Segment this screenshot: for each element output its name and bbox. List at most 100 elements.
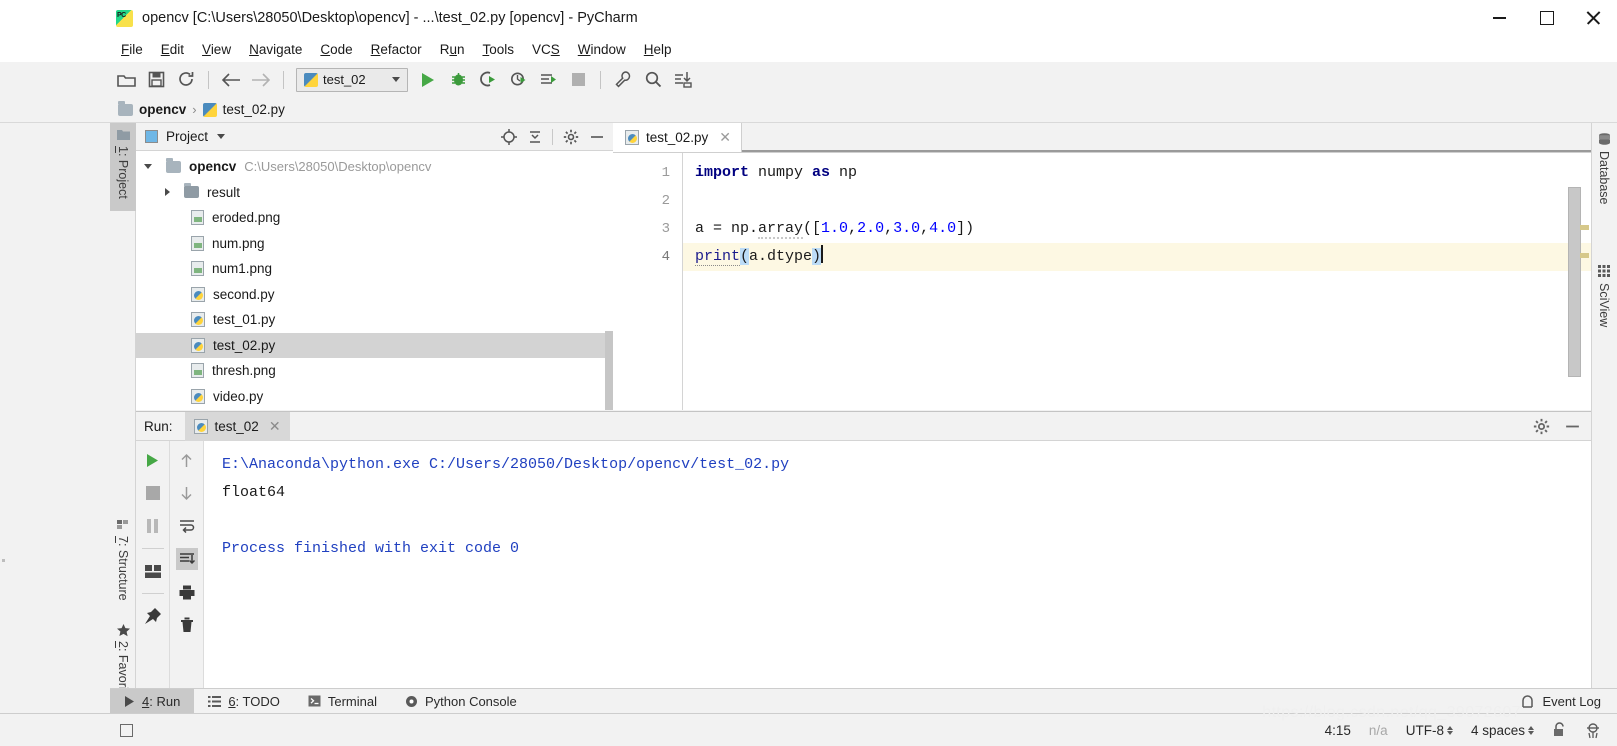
editor-scrollbar[interactable] bbox=[1568, 187, 1581, 377]
pin-tab-icon[interactable] bbox=[142, 605, 164, 627]
profile-icon[interactable] bbox=[504, 67, 532, 93]
editor-gutter[interactable]: 1 2 3 4 bbox=[613, 153, 683, 410]
close-icon[interactable] bbox=[1570, 0, 1617, 36]
line-separator[interactable]: n/a bbox=[1369, 723, 1388, 738]
gear-icon[interactable] bbox=[1533, 418, 1550, 435]
stop-icon[interactable] bbox=[564, 67, 592, 93]
unlocked-icon[interactable] bbox=[1552, 722, 1567, 738]
hide-panel-icon[interactable] bbox=[1564, 418, 1581, 435]
chevron-right-icon[interactable] bbox=[165, 188, 170, 197]
stop-icon[interactable] bbox=[142, 482, 164, 504]
run-tab-test-02[interactable]: test_02 ✕ bbox=[184, 411, 290, 441]
run-panel-header: Run: test_02 ✕ bbox=[136, 411, 1591, 441]
list-item[interactable]: second.py bbox=[136, 282, 613, 308]
sciview-grid-icon bbox=[1597, 265, 1611, 277]
save-icon[interactable] bbox=[142, 67, 170, 93]
open-folder-icon[interactable] bbox=[112, 67, 140, 93]
arrow-up-icon[interactable] bbox=[176, 449, 198, 471]
update-project-icon[interactable] bbox=[669, 67, 697, 93]
tree-node-label: opencv bbox=[189, 159, 237, 175]
gear-icon[interactable] bbox=[562, 128, 579, 145]
debug-bug-icon[interactable] bbox=[444, 67, 472, 93]
menu-file[interactable]: File bbox=[112, 40, 152, 59]
list-item[interactable]: opencv C:\Users\28050\Desktop\opencv bbox=[136, 154, 613, 180]
run-icon[interactable] bbox=[414, 67, 442, 93]
refresh-icon[interactable] bbox=[172, 67, 200, 93]
project-scrollbar[interactable] bbox=[605, 331, 613, 410]
list-item[interactable]: eroded.png bbox=[136, 205, 613, 231]
console-output[interactable]: E:\Anaconda\python.exe C:/Users/28050/De… bbox=[204, 441, 1591, 689]
inspection-marker[interactable] bbox=[1580, 253, 1589, 258]
list-item-selected[interactable]: test_02.py bbox=[136, 332, 613, 358]
arrow-right-icon[interactable] bbox=[247, 67, 275, 93]
menu-edit[interactable]: Edit bbox=[152, 40, 193, 59]
list-item[interactable]: thresh.png bbox=[136, 358, 613, 384]
tree-node-label: test_01.py bbox=[213, 312, 276, 328]
sidebar-item-structure[interactable]: 7: Structure bbox=[110, 513, 136, 613]
layout-icon[interactable] bbox=[142, 560, 164, 582]
breadcrumb-root[interactable]: opencv bbox=[139, 102, 186, 117]
scroll-to-end-icon[interactable] bbox=[175, 548, 198, 570]
trash-icon[interactable] bbox=[176, 614, 198, 636]
sidebar-item-project[interactable]: 1: Project bbox=[110, 123, 136, 211]
menu-help[interactable]: Help bbox=[635, 40, 681, 59]
print-icon[interactable] bbox=[176, 581, 198, 603]
tab-run[interactable]: 4: Run bbox=[110, 688, 195, 714]
chevron-down-icon[interactable] bbox=[217, 134, 226, 139]
arrow-down-icon[interactable] bbox=[176, 482, 198, 504]
list-item[interactable]: test_01.py bbox=[136, 307, 613, 333]
wrench-icon[interactable] bbox=[609, 67, 637, 93]
event-log-area[interactable]: Event Log bbox=[1520, 694, 1617, 709]
close-tab-icon[interactable]: ✕ bbox=[719, 129, 731, 146]
collapse-all-icon[interactable] bbox=[526, 128, 543, 145]
run-with-coverage-icon[interactable] bbox=[474, 67, 502, 93]
search-icon[interactable] bbox=[639, 67, 667, 93]
project-tree[interactable]: opencv C:\Users\28050\Desktop\opencv res… bbox=[136, 151, 613, 410]
minimize-icon[interactable] bbox=[1476, 0, 1523, 36]
chevron-down-icon[interactable] bbox=[144, 164, 152, 170]
tab-terminal[interactable]: Terminal bbox=[294, 689, 391, 714]
hide-panel-icon[interactable] bbox=[588, 128, 605, 145]
run-configuration-selector[interactable]: test_02 bbox=[296, 67, 408, 92]
soft-wrap-icon[interactable] bbox=[176, 515, 198, 537]
code-pane[interactable]: import numpy as np a = np.array([1.0,2.0… bbox=[683, 153, 1591, 410]
decorative-dot bbox=[2, 559, 5, 562]
sidebar-item-database[interactable]: Database bbox=[1591, 127, 1617, 223]
status-bar: 4:15 n/a UTF-8 4 spaces bbox=[0, 713, 1617, 746]
maximize-icon[interactable] bbox=[1523, 0, 1570, 36]
menu-window[interactable]: Window bbox=[569, 40, 635, 59]
project-view-icon bbox=[145, 130, 158, 143]
menu-refactor[interactable]: Refactor bbox=[362, 40, 431, 59]
python-file-icon bbox=[191, 388, 205, 404]
breadcrumb-file[interactable]: test_02.py bbox=[223, 102, 285, 117]
rerun-icon[interactable] bbox=[142, 449, 164, 471]
indent-selector[interactable]: 4 spaces bbox=[1471, 723, 1534, 738]
arrow-left-icon[interactable] bbox=[217, 67, 245, 93]
menu-vcs[interactable]: VCS bbox=[523, 40, 569, 59]
menu-code[interactable]: Code bbox=[311, 40, 361, 59]
sidebar-item-sciview[interactable]: SciView bbox=[1591, 259, 1617, 351]
scroll-from-source-icon[interactable] bbox=[500, 128, 517, 145]
close-tab-icon[interactable]: ✕ bbox=[269, 418, 281, 435]
toolbar-separator bbox=[208, 70, 209, 89]
menu-navigate[interactable]: Navigate bbox=[240, 40, 311, 59]
list-item[interactable]: result bbox=[136, 180, 613, 206]
toggle-sidebar-icon[interactable] bbox=[120, 723, 133, 737]
run-icon bbox=[124, 695, 135, 707]
caret-position[interactable]: 4:15 bbox=[1325, 723, 1351, 738]
image-file-icon bbox=[191, 261, 204, 277]
encoding-selector[interactable]: UTF-8 bbox=[1406, 723, 1453, 738]
inspection-marker[interactable] bbox=[1580, 225, 1589, 230]
tab-python-console[interactable]: Python Console bbox=[391, 689, 531, 714]
tab-todo[interactable]: 6: TODO bbox=[194, 689, 294, 714]
menu-view[interactable]: View bbox=[193, 40, 240, 59]
menu-run[interactable]: Run bbox=[431, 40, 474, 59]
list-item[interactable]: num.png bbox=[136, 231, 613, 257]
list-item[interactable]: num1.png bbox=[136, 256, 613, 282]
list-item[interactable]: video.py bbox=[136, 384, 613, 410]
tab-test-02-py[interactable]: test_02.py ✕ bbox=[613, 123, 743, 152]
menu-tools[interactable]: Tools bbox=[473, 40, 523, 59]
pause-icon[interactable] bbox=[142, 515, 164, 537]
hector-inspection-icon[interactable] bbox=[1585, 722, 1601, 739]
run-tests-icon[interactable] bbox=[534, 67, 562, 93]
